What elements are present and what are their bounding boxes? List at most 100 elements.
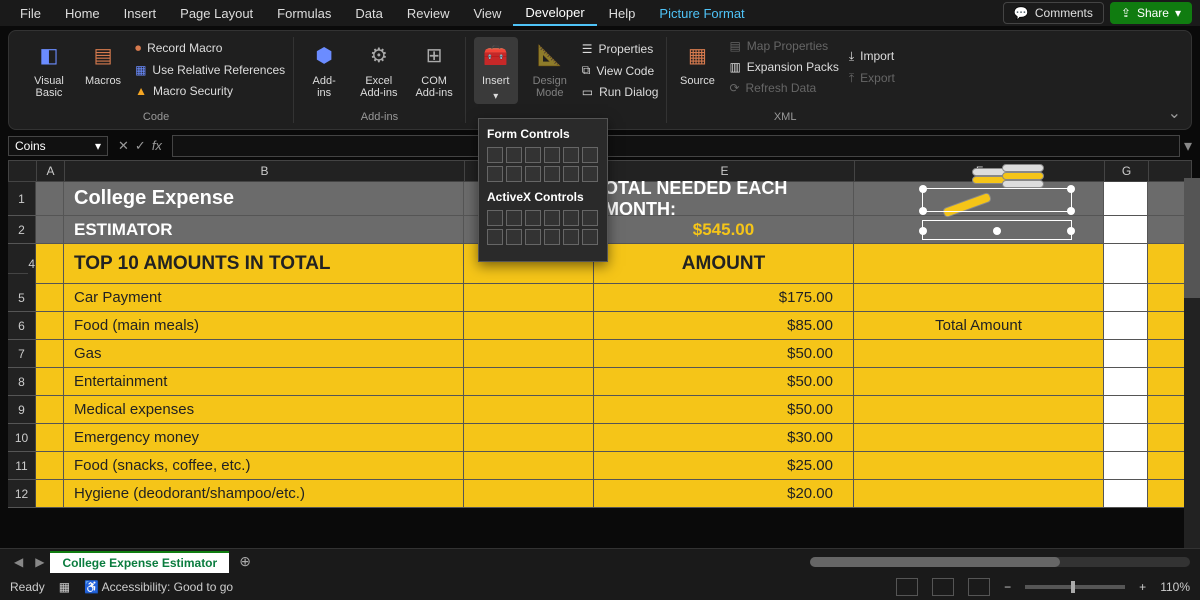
ax-scroll-icon[interactable]: [582, 210, 598, 226]
listbox-control-icon[interactable]: [563, 147, 579, 163]
menu-file[interactable]: File: [8, 2, 53, 25]
expansion-packs-button[interactable]: ▥Expansion Packs: [729, 58, 838, 76]
formula-expand-icon[interactable]: ▾: [1184, 136, 1192, 156]
cell-f[interactable]: [854, 480, 1104, 507]
name-box[interactable]: Coins▾: [8, 136, 108, 156]
cell-title[interactable]: College Expense: [64, 182, 464, 215]
cell-item[interactable]: Medical expenses: [64, 396, 464, 423]
record-macro-button[interactable]: ⏺Record Macro: [135, 39, 285, 58]
option-control-icon[interactable]: [582, 147, 598, 163]
menu-formulas[interactable]: Formulas: [265, 2, 343, 25]
row-header-2[interactable]: 2: [8, 216, 36, 243]
ax-more-icon[interactable]: [582, 229, 598, 245]
cell-total-label[interactable]: OTAL NEEDED EACH MONTH:: [594, 182, 854, 215]
macros-button[interactable]: ▤ Macros: [81, 37, 125, 101]
cell-amount[interactable]: $85.00: [594, 312, 854, 339]
cell-f[interactable]: Total Amount: [854, 312, 1104, 339]
cell-f[interactable]: [854, 340, 1104, 367]
row-header[interactable]: 12: [8, 480, 36, 507]
excel-addins-button[interactable]: ⚙Excel Add-ins: [356, 37, 401, 101]
ribbon-collapse-button[interactable]: ⌄: [1168, 103, 1181, 123]
visual-basic-button[interactable]: ◧ Visual Basic: [27, 37, 71, 101]
row-header[interactable]: 9: [8, 396, 36, 423]
ax-button-icon[interactable]: [487, 210, 503, 226]
cell-amount[interactable]: $25.00: [594, 452, 854, 479]
view-code-button[interactable]: ⧉View Code: [582, 61, 659, 80]
row-header[interactable]: 6: [8, 312, 36, 339]
addins-button[interactable]: ⬢Add- ins: [302, 37, 346, 101]
run-dialog-button[interactable]: ▭Run Dialog: [582, 83, 659, 101]
scrollbar-control-icon[interactable]: [506, 166, 522, 182]
fx-icon[interactable]: fx: [152, 138, 162, 154]
col-header-b[interactable]: B: [65, 161, 465, 181]
map-properties-button[interactable]: ▤Map Properties: [729, 37, 838, 55]
ax-combo-icon[interactable]: [506, 210, 522, 226]
zoom-in-button[interactable]: +: [1139, 580, 1146, 594]
relative-refs-button[interactable]: ▦Use Relative References: [135, 61, 285, 79]
com-addins-button[interactable]: ⊞COM Add-ins: [411, 37, 456, 101]
select-all-corner[interactable]: [9, 161, 37, 181]
tab-nav-prev[interactable]: ◀: [8, 555, 29, 569]
cell-amount[interactable]: $175.00: [594, 284, 854, 311]
ax-toggle-icon[interactable]: [563, 229, 579, 245]
design-mode-button[interactable]: 📐Design Mode: [528, 37, 572, 104]
row-header[interactable]: 10: [8, 424, 36, 451]
insert-control-button[interactable]: 🧰Insert▾: [474, 37, 518, 104]
cell-total-value[interactable]: $545.00: [594, 216, 854, 243]
xml-source-button[interactable]: ▦Source: [675, 37, 719, 97]
cell-item[interactable]: Gas: [64, 340, 464, 367]
row-header-4[interactable]: 4: [8, 244, 36, 284]
cell-amount[interactable]: $50.00: [594, 368, 854, 395]
menu-data[interactable]: Data: [343, 2, 394, 25]
menu-help[interactable]: Help: [597, 2, 648, 25]
cell-section-title[interactable]: TOP 10 AMOUNTS IN TOTAL: [64, 244, 464, 283]
menu-insert[interactable]: Insert: [112, 2, 169, 25]
ax-image-icon[interactable]: [544, 229, 560, 245]
ax-list-icon[interactable]: [544, 210, 560, 226]
cell-f[interactable]: [854, 424, 1104, 451]
import-button[interactable]: ⤓Import: [849, 47, 895, 66]
selection-box[interactable]: [922, 188, 1072, 212]
view-normal-button[interactable]: [896, 578, 918, 596]
cell-amount-header[interactable]: AMOUNT: [594, 244, 854, 283]
properties-button[interactable]: ☰Properties: [582, 40, 659, 58]
cell-subtitle[interactable]: ESTIMATOR: [64, 216, 464, 243]
selection-box-2[interactable]: [922, 220, 1072, 240]
menu-review[interactable]: Review: [395, 2, 462, 25]
cell-amount[interactable]: $50.00: [594, 340, 854, 367]
row-header[interactable]: 5: [8, 284, 36, 311]
cell-f[interactable]: [854, 284, 1104, 311]
ax-checkbox-icon[interactable]: [525, 210, 541, 226]
add-sheet-button[interactable]: ⊕: [239, 553, 251, 570]
col-header-a[interactable]: A: [37, 161, 65, 181]
cell-item[interactable]: Car Payment: [64, 284, 464, 311]
view-page-break-button[interactable]: [968, 578, 990, 596]
refresh-data-button[interactable]: ⟳Refresh Data: [729, 79, 838, 97]
cell-item[interactable]: Hygiene (deodorant/shampoo/etc.): [64, 480, 464, 507]
accessibility-status[interactable]: ♿ Accessibility: Good to go: [84, 580, 233, 594]
macro-record-icon[interactable]: ▦: [59, 580, 70, 594]
menu-home[interactable]: Home: [53, 2, 112, 25]
menu-picture-format[interactable]: Picture Format: [647, 2, 756, 25]
cell-amount[interactable]: $30.00: [594, 424, 854, 451]
groupbox-control-icon[interactable]: [525, 166, 541, 182]
button-control-icon[interactable]: [487, 147, 503, 163]
cell-amount[interactable]: $20.00: [594, 480, 854, 507]
ax-text-icon[interactable]: [563, 210, 579, 226]
cell-item[interactable]: Food (main meals): [64, 312, 464, 339]
tab-nav-next[interactable]: ▶: [29, 555, 50, 569]
ax-label-icon[interactable]: [525, 229, 541, 245]
view-page-layout-button[interactable]: [932, 578, 954, 596]
horizontal-scrollbar[interactable]: [810, 557, 1190, 567]
macro-security-button[interactable]: ▲Macro Security: [135, 82, 285, 100]
cell-amount[interactable]: $50.00: [594, 396, 854, 423]
edit-control-icon[interactable]: [582, 166, 598, 182]
ax-option-icon[interactable]: [506, 229, 522, 245]
menu-view[interactable]: View: [461, 2, 513, 25]
export-button[interactable]: ⤒Export: [849, 69, 895, 88]
vertical-scrollbar[interactable]: [1184, 178, 1200, 548]
row-header[interactable]: 11: [8, 452, 36, 479]
comments-button[interactable]: 💬Comments: [1003, 2, 1104, 24]
row-header-1[interactable]: 1: [8, 182, 36, 215]
formula-bar[interactable]: [172, 135, 1180, 157]
